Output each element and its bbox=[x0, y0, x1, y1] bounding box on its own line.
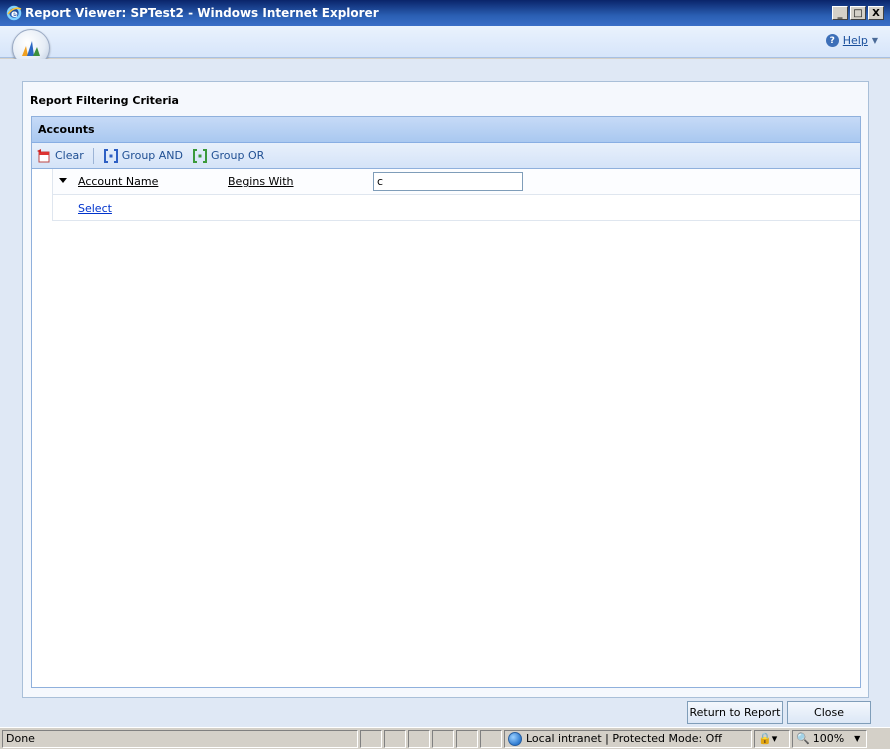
app-header: ? Help ▼ bbox=[0, 26, 890, 67]
zoom-level: 100% bbox=[812, 732, 845, 745]
status-text: Done bbox=[2, 729, 358, 748]
window-title-bar: e Report Viewer: SPTest2 - Windows Inter… bbox=[0, 0, 890, 26]
group-or-button[interactable]: Group OR bbox=[192, 148, 264, 164]
status-pane-4 bbox=[432, 729, 454, 748]
select-row: Select bbox=[52, 195, 860, 221]
group-and-icon bbox=[103, 148, 119, 164]
clear-button[interactable]: Clear bbox=[36, 148, 84, 164]
operator-selector[interactable]: Begins With bbox=[228, 175, 294, 188]
maximize-button[interactable]: □ bbox=[850, 6, 866, 20]
window-title: Report Viewer: SPTest2 - Windows Interne… bbox=[25, 6, 379, 20]
svg-text:e: e bbox=[11, 9, 18, 20]
help-icon: ? bbox=[825, 34, 839, 47]
zoom-icon: 🔍 bbox=[796, 732, 810, 745]
clear-icon bbox=[36, 148, 52, 164]
minimize-button[interactable]: _ bbox=[832, 6, 848, 20]
entity-header: Accounts bbox=[32, 117, 860, 143]
chevron-down-icon: ▼ bbox=[871, 36, 878, 45]
status-pane-6 bbox=[480, 729, 502, 748]
group-or-label: Group OR bbox=[211, 149, 265, 162]
status-pane-5 bbox=[456, 729, 478, 748]
status-bar: Done Local intranet | Protected Mode: Of… bbox=[0, 727, 890, 749]
protected-mode-menu[interactable]: 🔒▾ bbox=[754, 729, 790, 748]
security-zone[interactable]: Local intranet | Protected Mode: Off bbox=[504, 729, 752, 748]
help-label: Help bbox=[842, 34, 868, 47]
row-menu-arrow-icon[interactable] bbox=[59, 178, 67, 183]
chevron-down-icon: ▼ bbox=[854, 734, 861, 743]
lock-icon: 🔒▾ bbox=[758, 732, 778, 745]
return-to-report-button[interactable]: Return to Report bbox=[687, 701, 783, 724]
zone-label: Local intranet | Protected Mode: Off bbox=[526, 732, 722, 745]
criteria-toolbar: Clear Group AND Group OR bbox=[32, 143, 860, 169]
criteria-value-input[interactable] bbox=[373, 172, 523, 191]
status-pane-3 bbox=[408, 729, 430, 748]
close-window-button[interactable]: X bbox=[868, 6, 884, 20]
close-button[interactable]: Close bbox=[787, 701, 871, 724]
group-and-button[interactable]: Group AND bbox=[103, 148, 183, 164]
internet-explorer-icon: e bbox=[6, 5, 22, 21]
criteria-row: Account Name Begins With bbox=[52, 169, 860, 195]
group-or-icon bbox=[192, 148, 208, 164]
select-field-link[interactable]: Select bbox=[78, 202, 112, 215]
help-menu[interactable]: ? Help ▼ bbox=[825, 34, 878, 47]
status-pane-1 bbox=[360, 729, 382, 748]
field-selector[interactable]: Account Name bbox=[78, 175, 158, 188]
globe-icon bbox=[508, 731, 522, 746]
clear-label: Clear bbox=[55, 149, 84, 162]
zoom-control[interactable]: 🔍 100% ▼ bbox=[792, 729, 867, 748]
status-pane-2 bbox=[384, 729, 406, 748]
group-and-label: Group AND bbox=[121, 149, 183, 162]
toolbar-separator bbox=[92, 147, 94, 164]
criteria-grid: Accounts Clear Group AND Group OR Accoun… bbox=[31, 116, 861, 688]
panel-title: Report Filtering Criteria bbox=[30, 94, 179, 107]
